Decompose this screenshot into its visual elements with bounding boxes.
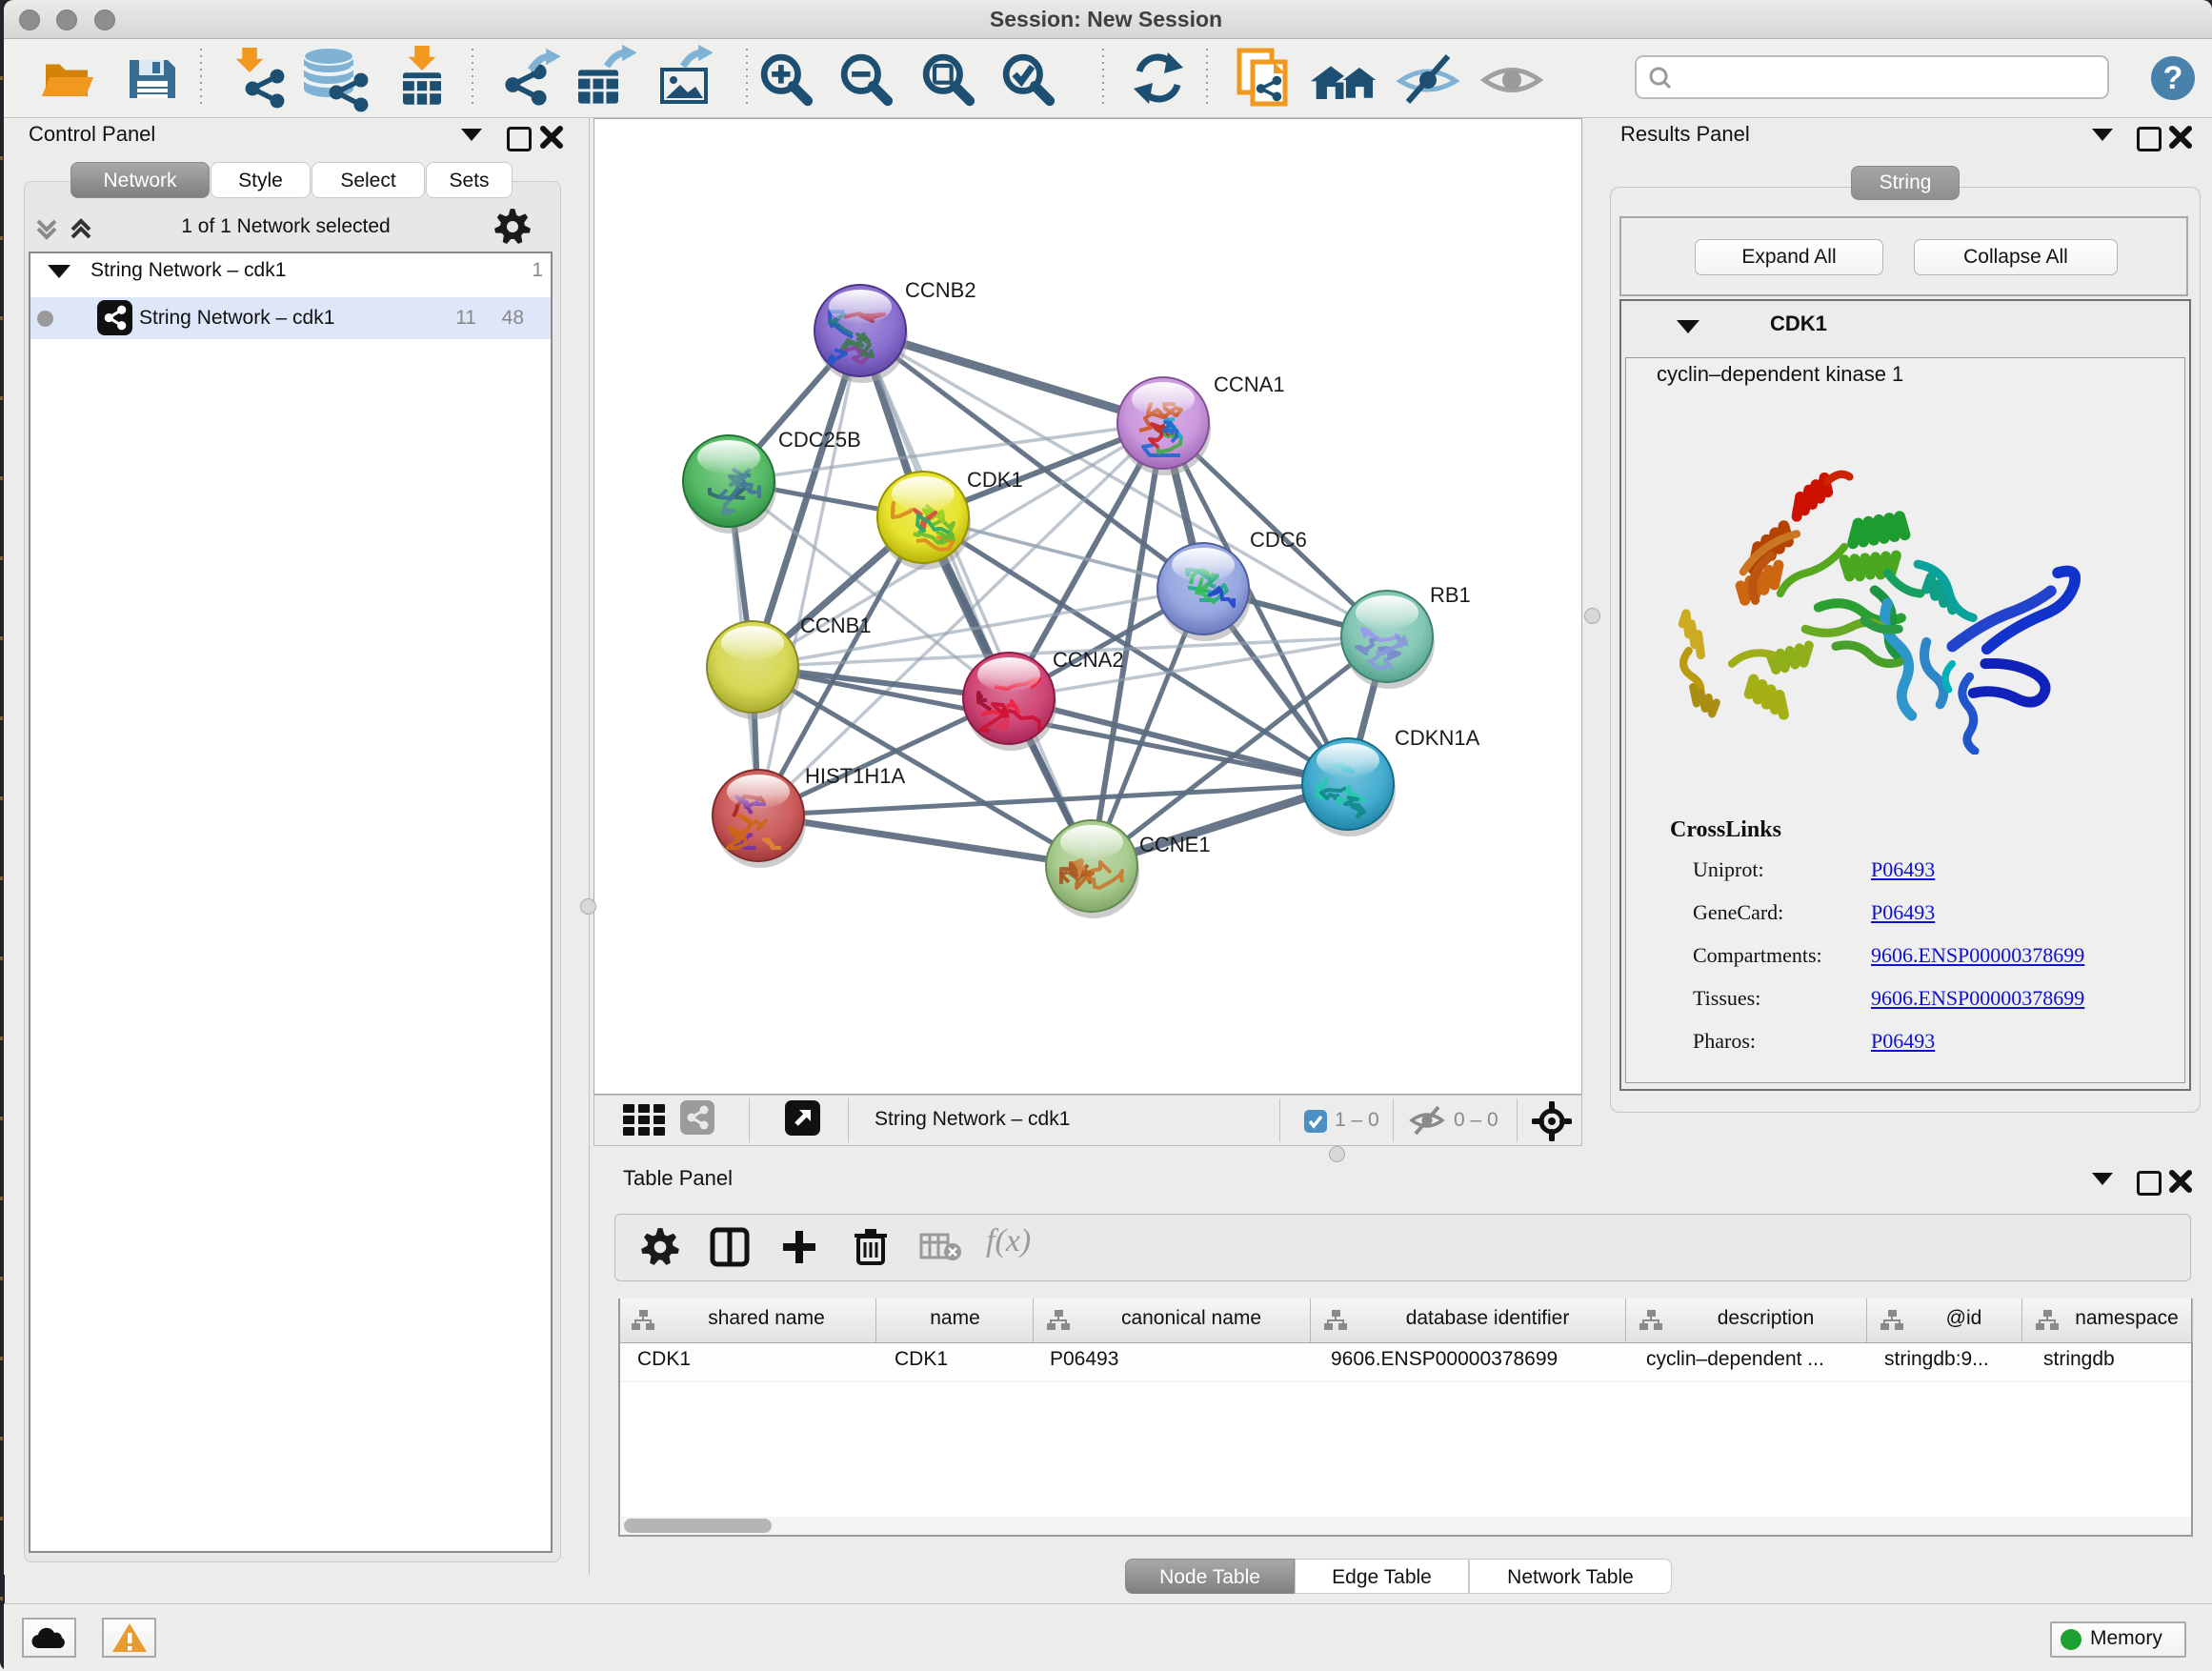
svg-text:HIST1H1A: HIST1H1A (805, 764, 905, 788)
svg-text:CCNE1: CCNE1 (1139, 833, 1211, 856)
svg-text:CDKN1A: CDKN1A (1395, 726, 1480, 750)
svg-text:CDK1: CDK1 (967, 468, 1023, 492)
svg-text:CCNB1: CCNB1 (800, 614, 872, 637)
svg-text:CDC25B: CDC25B (778, 428, 861, 452)
svg-text:CCNA1: CCNA1 (1214, 372, 1285, 396)
svg-text:CDC6: CDC6 (1250, 528, 1307, 552)
svg-text:RB1: RB1 (1430, 583, 1471, 607)
svg-text:CCNB2: CCNB2 (905, 278, 976, 302)
svg-text:CCNA2: CCNA2 (1053, 648, 1124, 672)
